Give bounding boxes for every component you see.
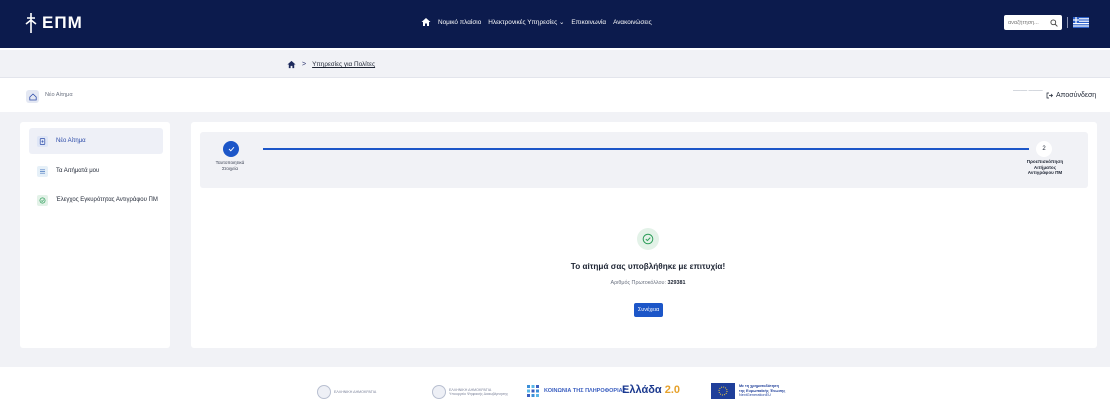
- greek-flag-icon[interactable]: [1073, 17, 1089, 28]
- footer-logo-ministry: ΕΛΛΗΝΙΚΗ ΔΗΜΟΚΡΑΤΙΑ Υπουργείο Ψηφιακής Δι…: [432, 385, 508, 399]
- page-title: Νέο Αίτημα: [45, 92, 73, 98]
- footer-logo-eu-funding: Με τη χρηματοδότηση της Ευρωπαϊκής Ένωσης…: [711, 383, 785, 399]
- footer-logo-information-society: ΚΟΙΝΩΝΙΑ ΤΗΣ ΠΛΗΡΟΦΟΡΙΑΣ: [526, 384, 626, 398]
- stepper-progress-line: [263, 148, 1029, 150]
- step-1-completed: [223, 141, 239, 157]
- stepper: [200, 132, 1088, 188]
- list-icon: [37, 165, 48, 177]
- success-check-icon: [637, 228, 659, 250]
- greek-seal-icon: [432, 385, 446, 399]
- success-message: Το αίτημά σας υποβλήθηκε με επιτυχία!: [570, 262, 726, 271]
- nav-announcements[interactable]: Ανακοινώσεις: [613, 19, 652, 26]
- chevron-down-icon: ⌄: [559, 19, 565, 26]
- nav-electronic-services[interactable]: Ηλεκτρονικές Υπηρεσίες ⌄: [488, 18, 564, 26]
- search-icon[interactable]: [1050, 18, 1058, 27]
- document-plus-icon: [37, 135, 48, 147]
- search-input[interactable]: [1008, 19, 1048, 26]
- home-outline-icon[interactable]: [26, 90, 39, 103]
- page-subheader: [0, 79, 1110, 111]
- sidebar-item-label: Νέο Αίτημα: [56, 138, 86, 144]
- logout-button[interactable]: Αποσύνδεση: [1046, 92, 1096, 99]
- breadcrumb-home-icon[interactable]: [287, 60, 296, 69]
- site-logo[interactable]: ΕΠΜ: [24, 12, 83, 34]
- user-name: ──── ────: [1013, 88, 1043, 94]
- sidebar-item-label: Τα Αιτήματά μου: [56, 168, 100, 174]
- check-circle-icon: [37, 194, 48, 206]
- sidebar-item-new-request[interactable]: Νέο Αίτημα: [29, 128, 163, 154]
- main-nav: Νομικό πλαίσιο Ηλεκτρονικές Υπηρεσίες ⌄ …: [421, 17, 652, 27]
- greek-seal-icon: [317, 385, 331, 399]
- eu-flag-icon: [711, 383, 735, 399]
- breadcrumb: > Υπηρεσίες για Πολίτες: [287, 60, 375, 69]
- continue-button[interactable]: Συνέχεια: [634, 303, 663, 317]
- search-box: [1004, 15, 1062, 30]
- protocol-label: Αριθμός Πρωτοκόλλου:: [610, 280, 668, 286]
- step-2-label: Προεπισκόπηση Αιτήματος Αντιγράφου ΠΜ: [1026, 159, 1064, 176]
- check-circle-outline-icon: [642, 233, 654, 245]
- breadcrumb-current[interactable]: Υπηρεσίες για Πολίτες: [312, 61, 375, 68]
- footer-logo-hellenic-republic: ΕΛΛΗΝΙΚΗ ΔΗΜΟΚΡΑΤΙΑ: [317, 385, 376, 399]
- header-divider: [1067, 17, 1068, 28]
- checkmark-icon: [228, 146, 234, 152]
- logout-label: Αποσύνδεση: [1056, 92, 1097, 99]
- sidebar-item-validity-check[interactable]: Έλεγχος Εγκυρότητας Αντιγράφου ΠΜ: [29, 187, 163, 213]
- breadcrumb-bar: [0, 50, 1110, 78]
- breadcrumb-separator: >: [302, 61, 307, 68]
- protocol-number: 329381: [667, 280, 686, 286]
- footer-logo-greece-2-0: Ελλάδα 2.0: [622, 384, 680, 396]
- logout-icon: [1046, 92, 1053, 99]
- home-icon[interactable]: [421, 17, 431, 27]
- step-1-label: Ταυτοποιητικά Στοιχεία: [215, 160, 245, 171]
- sidebar: [20, 122, 170, 348]
- nav-contact[interactable]: Επικοινωνία: [571, 19, 606, 26]
- logo-text: ΕΠΜ: [42, 13, 83, 32]
- nav-legal-framework[interactable]: Νομικό πλαίσιο: [438, 19, 481, 26]
- protocol-number-line: Αριθμός Πρωτοκόλλου: 329381: [558, 280, 738, 286]
- logo-mark-icon: [25, 13, 37, 33]
- sidebar-item-label: Έλεγχος Εγκυρότητας Αντιγράφου ΠΜ: [56, 197, 158, 203]
- dot-grid-icon: [527, 385, 539, 397]
- home-glyph-icon: [28, 92, 37, 100]
- sidebar-item-my-requests[interactable]: Τα Αιτήματά μου: [29, 158, 163, 184]
- step-2-current: 2: [1036, 141, 1052, 157]
